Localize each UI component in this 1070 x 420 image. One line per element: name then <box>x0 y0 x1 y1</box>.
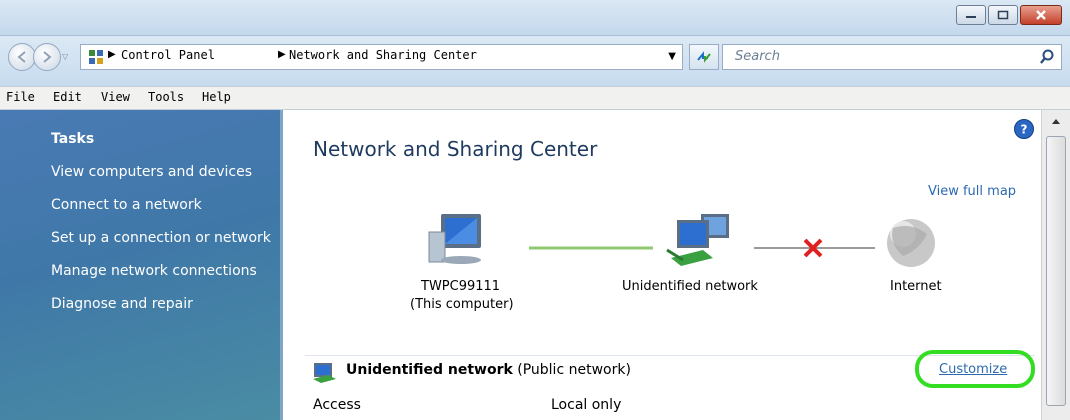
network-icon[interactable] <box>666 214 729 266</box>
address-dropdown[interactable]: ▼ <box>668 51 676 62</box>
tasks-heading: Tasks <box>51 131 95 147</box>
scroll-thumb[interactable] <box>1046 136 1066 406</box>
forward-arrow-icon <box>43 51 52 63</box>
search-icon[interactable] <box>1039 49 1055 65</box>
menu-bar: File Edit View Tools Help <box>0 86 1070 110</box>
close-button[interactable] <box>1020 5 1062 25</box>
network-name-label: Unidentified network <box>622 279 758 294</box>
internet-label: Internet <box>890 279 942 294</box>
access-value: Local only <box>551 397 622 413</box>
maximize-icon <box>997 10 1009 20</box>
maximize-button[interactable] <box>988 5 1018 25</box>
title-bar <box>0 0 1070 36</box>
network-section-name: Unidentified network <box>346 362 513 378</box>
task-setup-connection[interactable]: Set up a connection or network <box>51 230 271 246</box>
main-content: ? Network and Sharing Center View full m… <box>283 110 1041 420</box>
computer-icon[interactable] <box>428 214 481 264</box>
minimize-icon <box>966 16 976 18</box>
refresh-button[interactable] <box>689 44 719 70</box>
breadcrumb-control-panel[interactable]: Control Panel <box>121 48 215 62</box>
forward-button[interactable] <box>33 43 61 71</box>
minimize-button[interactable] <box>956 5 986 25</box>
back-arrow-icon <box>17 51 26 63</box>
menu-help[interactable]: Help <box>202 90 231 104</box>
menu-file[interactable]: File <box>6 90 35 104</box>
refresh-icon <box>697 51 711 63</box>
breadcrumb-separator: ▶ <box>108 49 116 60</box>
task-connect-network[interactable]: Connect to a network <box>51 197 202 213</box>
scroll-up-arrow-icon <box>1052 119 1060 124</box>
computer-caption-label: (This computer) <box>410 297 514 312</box>
network-section-title: Unidentified network (Public network) <box>346 362 631 378</box>
access-label: Access <box>313 397 361 413</box>
control-panel-icon <box>89 50 103 64</box>
vertical-scrollbar[interactable] <box>1041 110 1070 420</box>
search-box[interactable]: Search <box>722 44 1062 70</box>
task-view-computers[interactable]: View computers and devices <box>51 164 252 180</box>
breadcrumb-separator: ▶ <box>278 49 286 60</box>
task-diagnose-repair[interactable]: Diagnose and repair <box>51 296 193 312</box>
customize-highlight <box>915 350 1035 388</box>
network-small-icon <box>313 363 336 383</box>
menu-edit[interactable]: Edit <box>53 90 82 104</box>
address-bar[interactable]: ▶ Control Panel ▶ Network and Sharing Ce… <box>80 44 683 70</box>
globe-icon[interactable] <box>887 219 935 267</box>
history-dropdown[interactable]: ▽ <box>62 52 68 61</box>
task-manage-connections[interactable]: Manage network connections <box>51 263 257 279</box>
breadcrumb-network-sharing[interactable]: Network and Sharing Center <box>289 48 477 62</box>
back-button[interactable] <box>8 43 36 71</box>
close-icon <box>1036 10 1046 20</box>
navigation-bar: ▽ ▶ Control Panel ▶ Network and Sharing … <box>0 36 1070 86</box>
scroll-up-button[interactable] <box>1042 110 1070 132</box>
network-section-type: (Public network) <box>517 362 631 378</box>
menu-tools[interactable]: Tools <box>148 90 184 104</box>
network-map <box>428 214 935 267</box>
menu-view[interactable]: View <box>101 90 130 104</box>
computer-name-label: TWPC99111 <box>421 279 501 294</box>
search-placeholder: Search <box>735 49 780 64</box>
window-controls <box>956 5 1062 25</box>
task-pane: Tasks View computers and devices Connect… <box>0 110 283 420</box>
